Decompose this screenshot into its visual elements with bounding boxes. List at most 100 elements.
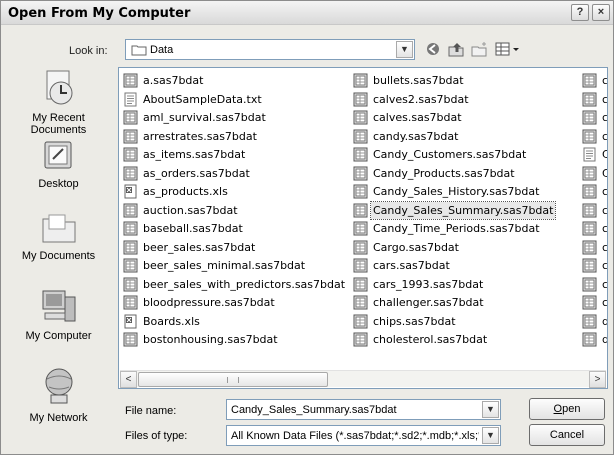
sas-dataset-icon — [582, 129, 597, 143]
file-name: as_orders.sas7bdat — [143, 166, 250, 180]
text-file-icon — [124, 92, 137, 106]
place-my-documents[interactable]: My Documents — [5, 207, 112, 262]
file-name: challenger.sas7bdat — [373, 296, 484, 309]
sas-dataset-icon — [123, 73, 138, 88]
place-my-computer[interactable]: My Computer — [5, 287, 112, 342]
sas-dataset-icon — [582, 73, 597, 88]
sas-dataset-icon — [582, 110, 597, 125]
file-name: cu — [602, 240, 608, 254]
sas-dataset-icon — [353, 258, 368, 273]
file-name: auction.sas7bdat — [143, 203, 238, 217]
place-label: My Network — [29, 412, 88, 424]
sas-dataset-icon — [582, 295, 597, 310]
file-name: dia — [600, 331, 607, 348]
scroll-right-button[interactable]: > — [589, 371, 606, 388]
sas-dataset-icon — [123, 203, 138, 217]
place-my-recent-documents[interactable]: My Recent Documents — [5, 69, 112, 136]
file-name: cla — [602, 74, 608, 87]
up-folder-icon[interactable] — [445, 39, 467, 60]
file-name: Candy_Sales_History.sas7bdat — [373, 185, 540, 198]
scroll-left-button[interactable]: < — [120, 371, 137, 388]
my-network-icon — [45, 368, 72, 404]
open-button[interactable]: Open — [529, 398, 605, 420]
excel-file-icon — [124, 314, 137, 328]
file-name: cholesterol.sas7bdat — [373, 333, 488, 346]
file-name: beer_sales.sas7bdat — [143, 240, 256, 254]
help-button[interactable]: ? — [571, 4, 589, 21]
sas-dataset-icon — [353, 277, 368, 291]
sas-dataset-icon — [353, 92, 368, 106]
sas-dataset-icon — [353, 240, 368, 254]
sas-dataset-icon — [353, 147, 368, 162]
cancel-button[interactable]: Cancel — [529, 424, 605, 446]
file-name: calves.sas7bdat — [373, 111, 462, 124]
sas-dataset-icon — [353, 314, 368, 328]
file-name: arrestrates.sas7bdat — [143, 129, 257, 143]
desktop-icon — [44, 141, 71, 169]
file-name: de — [600, 313, 607, 330]
file-name: beer_sales_minimal.sas7bdat — [143, 259, 306, 272]
sas-dataset-icon — [353, 73, 368, 88]
place-desktop[interactable]: Desktop — [5, 139, 112, 190]
new-folder-icon[interactable] — [468, 39, 490, 60]
sas-dataset-icon — [123, 147, 138, 162]
place-label: My Documents — [21, 250, 96, 262]
sas-dataset-icon — [123, 332, 138, 347]
horizontal-scrollbar[interactable]: < > — [120, 370, 606, 388]
file-name: cui — [602, 203, 608, 217]
file-name: cui — [602, 222, 608, 235]
sas-dataset-icon — [353, 166, 368, 180]
sas-dataset-icon — [353, 129, 368, 143]
file-name: as_items.sas7bdat — [143, 148, 246, 161]
file-name: Boards.xls — [143, 314, 200, 328]
dialog-title: Open From My Computer — [8, 6, 191, 21]
chevron-down-icon[interactable]: ▼ — [482, 401, 499, 418]
sas-dataset-icon — [582, 258, 597, 273]
file-name-value: Candy_Sales_Summary.sas7bdat — [231, 404, 397, 416]
sas-dataset-icon — [123, 277, 138, 291]
close-button[interactable]: × — [592, 4, 610, 21]
open-file-dialog: Open From My Computer ? × Look in: Data … — [0, 0, 614, 455]
file-type-label: Files of type: — [125, 430, 188, 442]
sas-dataset-icon — [582, 221, 597, 236]
place-label: Desktop — [38, 178, 79, 190]
back-icon[interactable] — [422, 39, 444, 60]
look-in-label: Look in: — [69, 45, 108, 57]
look-in-dropdown[interactable]: Data ▼ — [125, 39, 415, 60]
file-name: Candy_Sales_Summary.sas7bdat — [369, 200, 557, 220]
sas-dataset-icon — [353, 110, 368, 125]
file-name: Candy_Customers.sas7bdat — [373, 148, 527, 161]
file-name: Cu — [600, 165, 607, 182]
sas-dataset-icon — [582, 203, 597, 217]
file-list[interactable]: a.sas7bdat AboutSampleData.txt aml_surviva… — [118, 67, 608, 389]
file-name: Candy_Products.sas7bdat — [373, 166, 515, 180]
sas-dataset-icon — [123, 240, 138, 254]
sas-dataset-icon — [123, 129, 138, 143]
file-name: cui — [602, 185, 608, 198]
sas-dataset-icon — [123, 110, 138, 125]
sas-dataset-icon — [353, 184, 368, 199]
file-name: baseball.sas7bdat — [143, 222, 243, 235]
file-name: Candy_Time_Periods.sas7bdat — [373, 222, 540, 235]
sas-dataset-icon — [353, 295, 368, 310]
file-type-select[interactable]: All Known Data Files (*.sas7bdat;*.sd2;*… — [226, 425, 501, 446]
file-name: chips.sas7bdat — [373, 314, 456, 328]
chevron-down-icon[interactable]: ▼ — [482, 427, 499, 444]
file-name-label: File name: — [125, 405, 177, 417]
place-my-network[interactable]: My Network — [5, 367, 112, 424]
place-label: My Computer — [25, 330, 92, 342]
file-name: bullets.sas7bdat — [373, 74, 464, 87]
file-name: col — [602, 129, 608, 143]
sas-dataset-icon — [353, 221, 368, 236]
file-name: as_products.xls — [143, 185, 228, 198]
file-name: cri — [602, 277, 608, 291]
file-name: cars_1993.sas7bdat — [373, 277, 484, 291]
file-name: col — [602, 111, 608, 124]
views-menu-icon[interactable] — [493, 39, 523, 60]
file-name-input[interactable]: Candy_Sales_Summary.sas7bdat ▼ — [226, 399, 501, 420]
chevron-down-icon[interactable]: ▼ — [396, 41, 413, 58]
sas-dataset-icon — [582, 240, 597, 254]
scroll-grip-icon — [227, 377, 239, 383]
scroll-thumb[interactable] — [138, 372, 328, 387]
file-name: col — [602, 92, 608, 106]
